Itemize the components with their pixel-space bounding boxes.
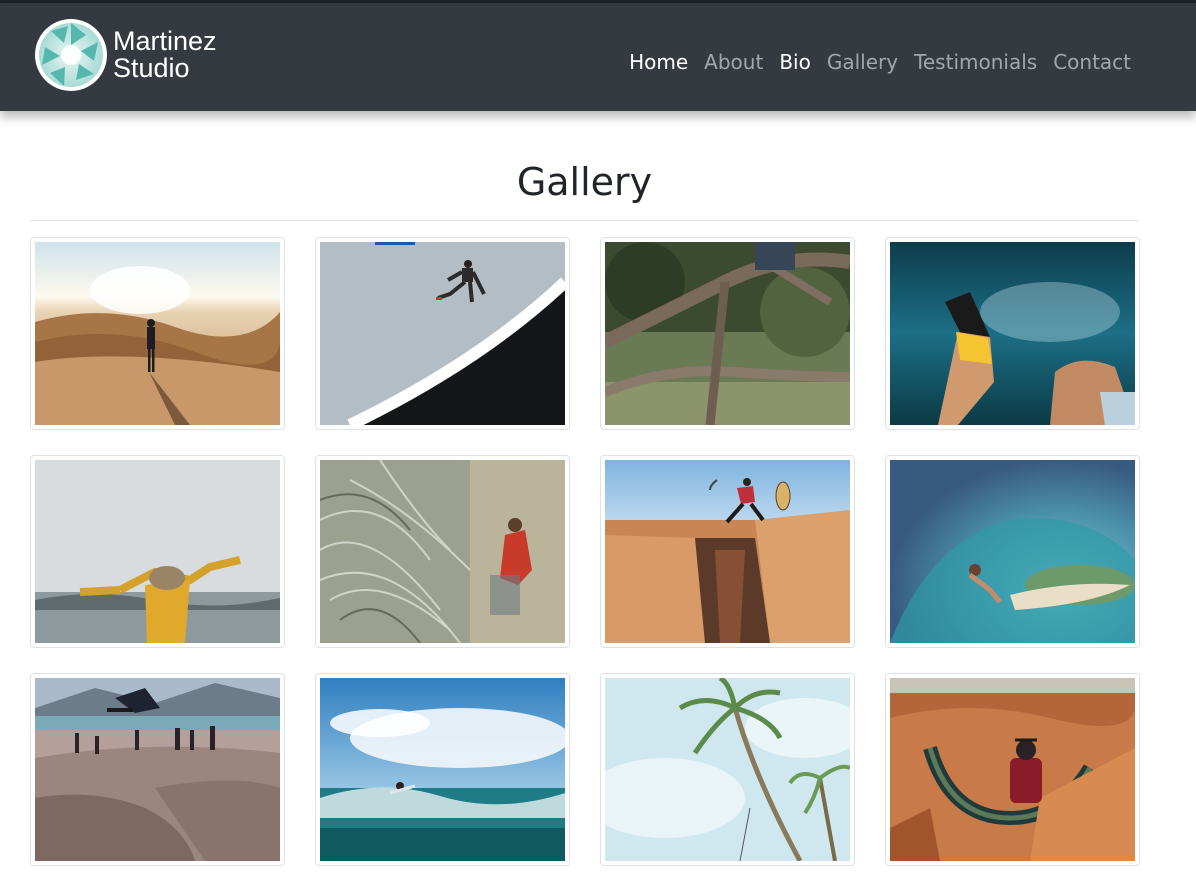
brand-line-2: Studio [113, 53, 190, 83]
horseshoe-photo [890, 678, 1135, 861]
main-nav: Home About Bio Gallery Testimonials Cont… [621, 48, 1131, 76]
nav-item-about[interactable]: About [696, 48, 771, 76]
nav-item-home[interactable]: Home [621, 48, 696, 76]
nav-item-contact[interactable]: Contact [1045, 48, 1131, 76]
brand-name: Martinez Studio [113, 28, 217, 82]
aperture-icon [35, 19, 107, 91]
gallery-image-desert[interactable] [30, 237, 285, 430]
gallery-image-ocean-surfer[interactable] [315, 673, 570, 866]
dune-grass-photo [320, 460, 565, 643]
navbar: Martinez Studio Home About Bio Gallery T… [0, 3, 1196, 111]
gallery-image-skatepark-beach[interactable] [30, 673, 285, 866]
skate-photo [320, 242, 565, 425]
gallery-image-canyon-leap[interactable] [600, 455, 855, 648]
heading-divider [30, 220, 1139, 221]
gallery-image-surf-barrel[interactable] [885, 455, 1140, 648]
ocean-photo [320, 678, 565, 861]
underwater-photo [890, 242, 1135, 425]
nav-item-bio[interactable]: Bio [771, 48, 819, 76]
desert-photo [35, 242, 280, 425]
gallery-image-dune-grass[interactable] [315, 455, 570, 648]
palm-photo [605, 678, 850, 861]
gallery-image-foggy-coast[interactable] [30, 455, 285, 648]
gallery-image-horseshoe-bend[interactable] [885, 673, 1140, 866]
coast-photo [35, 460, 280, 643]
page-heading: Gallery [30, 158, 1139, 206]
tree-photo [605, 242, 850, 425]
gallery-image-skate-jump[interactable] [315, 237, 570, 430]
gallery-image-palm-trees[interactable] [600, 673, 855, 866]
brand-line-1: Martinez [113, 26, 217, 56]
page-title: Gallery [516, 160, 653, 204]
skatepark-photo [35, 678, 280, 861]
barrel-photo [890, 460, 1135, 643]
nav-item-testimonials[interactable]: Testimonials [906, 48, 1045, 76]
gallery-image-tree[interactable] [600, 237, 855, 430]
gallery-image-underwater[interactable] [885, 237, 1140, 430]
nav-item-gallery[interactable]: Gallery [819, 48, 906, 76]
canyon-photo [605, 460, 850, 643]
brand-link[interactable]: Martinez Studio [34, 18, 217, 92]
